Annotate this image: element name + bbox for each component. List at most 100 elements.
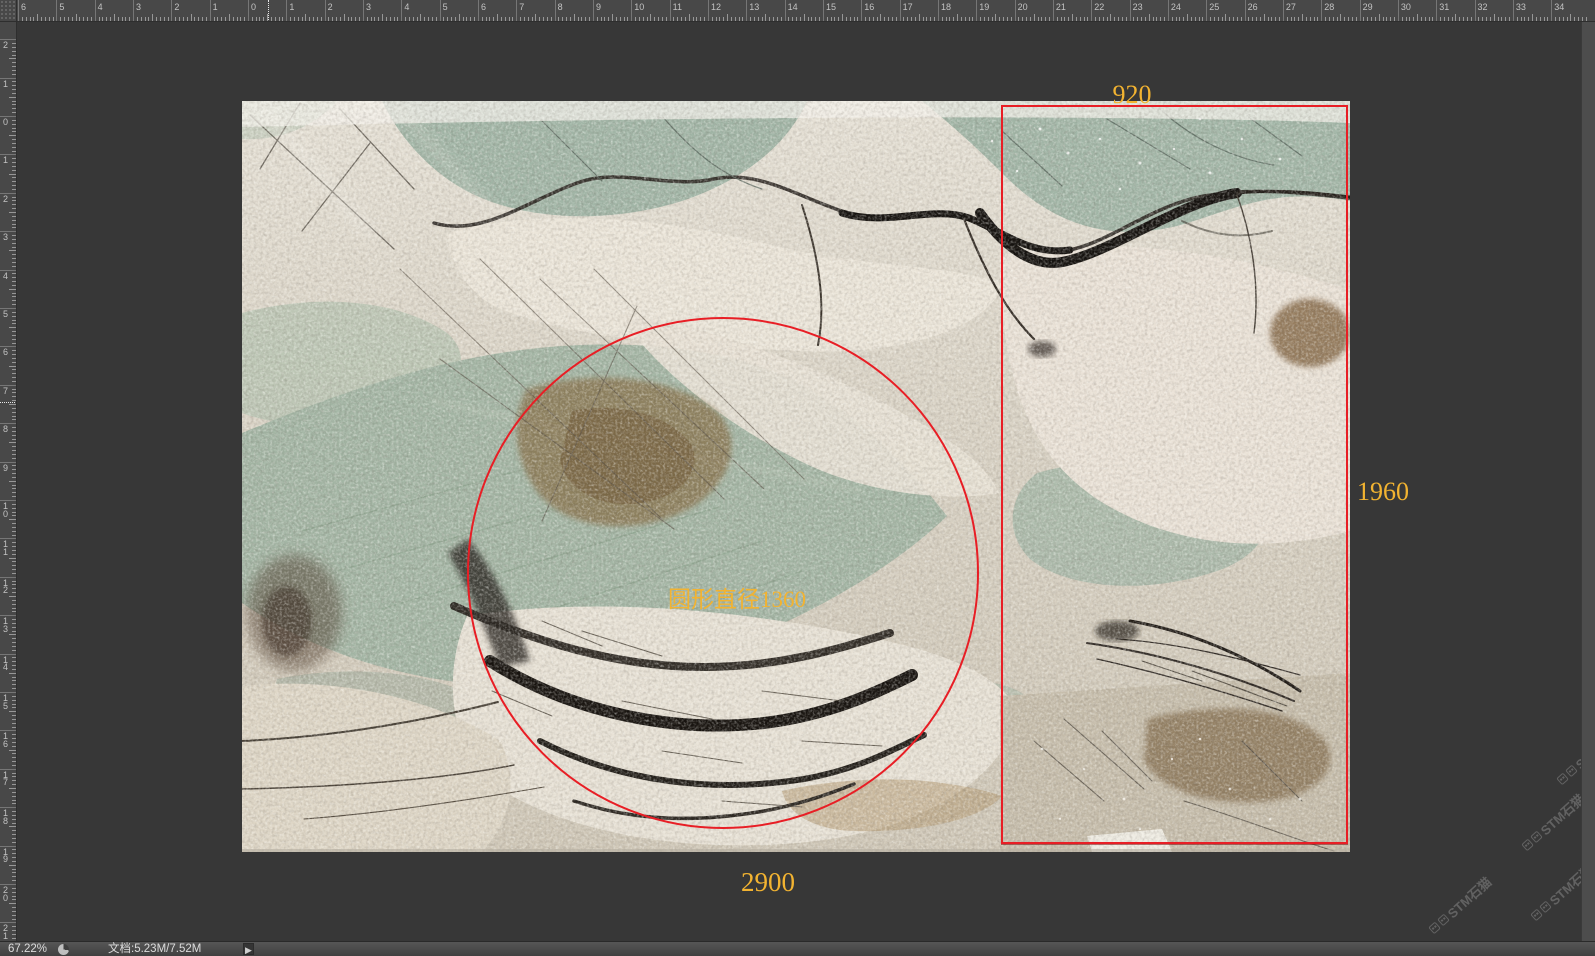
ruler-tick xyxy=(187,17,188,21)
ruler-tick xyxy=(9,97,16,98)
ruler-tick xyxy=(9,289,16,290)
ruler-tick xyxy=(12,431,16,432)
ruler-tick xyxy=(601,17,602,21)
ruler-tick xyxy=(1302,14,1303,21)
ruler-tick xyxy=(1356,17,1357,21)
ruler-tick xyxy=(593,0,594,22)
ruler-horizontal[interactable]: 6543210123456789101112131415161718192021… xyxy=(17,0,1595,22)
ruler-tick xyxy=(1107,17,1108,21)
ruler-tick xyxy=(804,14,805,21)
ruler-tick xyxy=(1586,17,1587,21)
ruler-tick xyxy=(850,17,851,21)
ruler-tick xyxy=(1256,17,1257,21)
ruler-tick xyxy=(12,419,16,420)
ruler-tick xyxy=(900,0,901,22)
ruler-tick xyxy=(1210,17,1211,21)
ruler-tick xyxy=(999,17,1000,21)
ruler-tick xyxy=(12,776,16,777)
ruler-tick xyxy=(558,17,559,21)
ruler-number: 24 xyxy=(1171,2,1181,12)
ruler-tick xyxy=(627,17,628,21)
image-editor-window: 6543210123456789101112131415161718192021… xyxy=(0,0,1595,956)
ruler-tick xyxy=(12,350,16,351)
ruler-tick xyxy=(1103,17,1104,21)
ruler-tick xyxy=(1279,17,1280,21)
ruler-tick xyxy=(693,17,694,21)
ruler-number: 26 xyxy=(1248,2,1258,12)
ruler-tick xyxy=(1218,17,1219,21)
ruler-tick xyxy=(12,55,16,56)
ruler-tick xyxy=(12,684,16,685)
ruler-number: 33 xyxy=(1516,2,1526,12)
ruler-tick xyxy=(233,17,234,21)
ruler-tick xyxy=(815,17,816,21)
ruler-tick xyxy=(12,550,16,551)
ruler-tick xyxy=(834,17,835,21)
ruler-tick xyxy=(12,523,16,524)
ruler-tick xyxy=(911,17,912,21)
ruler-tick xyxy=(12,515,16,516)
ruler-tick xyxy=(12,838,16,839)
ruler-tick xyxy=(857,17,858,21)
ruler-tick xyxy=(68,17,69,21)
ruler-origin-box[interactable] xyxy=(0,0,17,22)
ruler-tick xyxy=(9,826,16,827)
ruler-tick xyxy=(294,17,295,21)
ruler-tick xyxy=(344,14,345,21)
vertical-scrollbar[interactable] xyxy=(1581,22,1595,941)
ruler-tick xyxy=(1164,17,1165,21)
ruler-number: 1 6 xyxy=(3,733,8,748)
ruler-tick xyxy=(1329,17,1330,21)
ruler-tick xyxy=(719,17,720,21)
ruler-tick xyxy=(1544,17,1545,21)
watermark-logo-icon xyxy=(1437,914,1450,927)
ruler-tick xyxy=(1187,14,1188,21)
ruler-tick xyxy=(673,17,674,21)
ruler-number: 1 4 xyxy=(3,657,8,672)
ruler-tick xyxy=(12,377,16,378)
ruler-number: 2 xyxy=(328,2,333,12)
ruler-number: 30 xyxy=(1401,2,1411,12)
ruler-tick xyxy=(1252,17,1253,21)
ruler-tick xyxy=(976,0,977,22)
ruler-tick xyxy=(12,853,16,854)
ruler-vertical[interactable]: 2101234567891 01 11 21 31 41 51 61 71 81… xyxy=(0,22,17,941)
ruler-tick xyxy=(842,14,843,21)
ruler-tick xyxy=(12,915,16,916)
ruler-tick xyxy=(969,17,970,21)
ruler-tick xyxy=(1141,17,1142,21)
ruler-number: 4 xyxy=(3,273,8,281)
ruler-number: 1 2 xyxy=(3,580,8,595)
ruler-tick xyxy=(777,17,778,21)
ruler-tick xyxy=(884,17,885,21)
ruler-tick xyxy=(405,17,406,21)
ruler-number: 2 xyxy=(3,42,8,50)
ruler-number: 31 xyxy=(1439,2,1449,12)
ruler-tick xyxy=(12,281,16,282)
ruler-tick xyxy=(12,569,16,570)
ruler-tick xyxy=(12,723,16,724)
ruler-tick xyxy=(12,646,16,647)
ruler-tick xyxy=(129,17,130,21)
ruler-number: 6 xyxy=(3,349,8,357)
ruler-tick xyxy=(470,17,471,21)
ruler-tick xyxy=(72,17,73,21)
ruler-tick xyxy=(957,14,958,21)
zoom-level-field[interactable]: 67.22% xyxy=(8,942,47,956)
status-flyout-arrow-icon[interactable]: ▶ xyxy=(243,943,254,955)
ruler-tick xyxy=(12,899,16,900)
ruler-tick xyxy=(1287,17,1288,21)
ruler-tick xyxy=(1440,17,1441,21)
ruler-tick xyxy=(12,527,16,528)
ruler-tick xyxy=(9,58,16,59)
ruler-tick xyxy=(723,17,724,21)
ruler-tick xyxy=(12,358,16,359)
ruler-tick xyxy=(12,934,16,935)
ruler-tick xyxy=(451,17,452,21)
ruler-tick xyxy=(221,17,222,21)
ruler-tick xyxy=(12,381,16,382)
ruler-number: 2 xyxy=(3,196,8,204)
ruler-tick xyxy=(56,0,57,22)
ruler-tick xyxy=(12,81,16,82)
ruler-tick xyxy=(1260,17,1261,21)
